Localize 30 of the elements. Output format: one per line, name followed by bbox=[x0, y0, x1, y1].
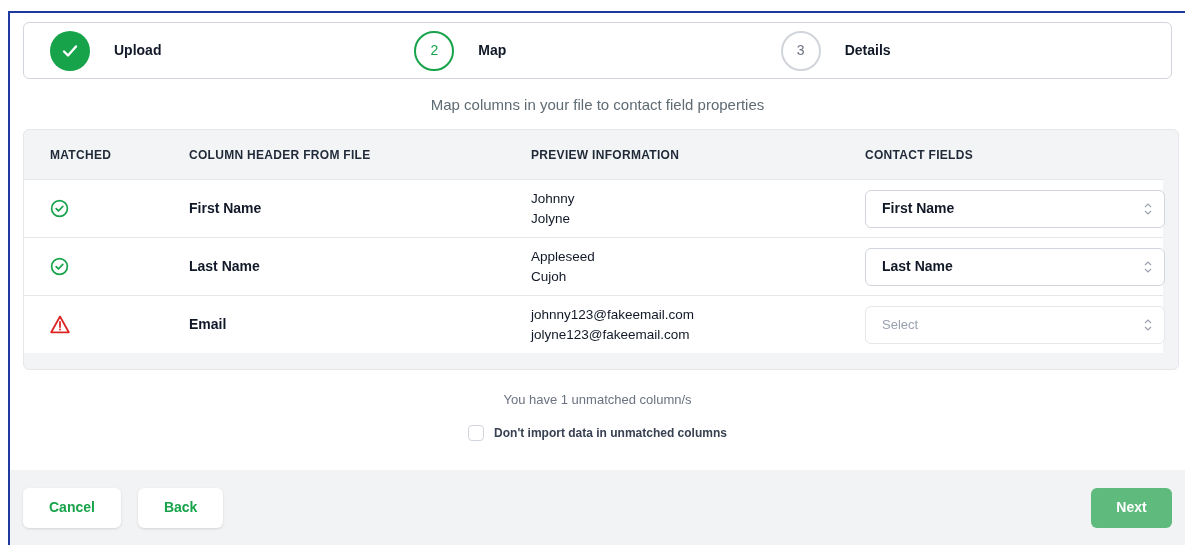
preview-value: Cujoh bbox=[531, 267, 567, 286]
table-cell-text: Email bbox=[189, 315, 227, 334]
preview-value: Jolyne bbox=[531, 209, 571, 228]
preview-value: Johnny bbox=[531, 189, 575, 208]
step-number: 3 bbox=[780, 30, 821, 71]
table-cell-text: Last Name bbox=[189, 257, 260, 276]
step-label: Map bbox=[478, 41, 507, 60]
select-field[interactable]: Select bbox=[865, 305, 1165, 344]
column-header: MATCHED bbox=[50, 146, 112, 164]
select-field[interactable]: Last Name bbox=[865, 247, 1165, 286]
step-label: Details bbox=[844, 41, 891, 60]
select-field[interactable]: First Name bbox=[865, 189, 1165, 228]
table-cell-text: First Name bbox=[189, 199, 262, 218]
preview-value: Appleseed bbox=[531, 247, 595, 266]
chevron-updown-icon bbox=[1144, 318, 1152, 331]
unmatched-count-text: You have 1 unmatched column/s bbox=[503, 391, 692, 409]
checkbox-label: Don't import data in unmatched columns bbox=[494, 424, 727, 442]
back-button[interactable]: Back bbox=[137, 487, 224, 528]
chevron-updown-icon bbox=[1144, 202, 1152, 215]
column-header: CONTACT FIELDS bbox=[865, 146, 973, 164]
step-number: 2 bbox=[414, 30, 455, 71]
cancel-button[interactable]: Cancel bbox=[23, 487, 121, 528]
instruction-text: Map columns in your file to contact field properties bbox=[430, 96, 765, 113]
step-label: Upload bbox=[114, 41, 162, 60]
preview-value: jolyne123@fakeemail.com bbox=[531, 325, 690, 344]
checkbox[interactable] bbox=[468, 424, 485, 441]
chevron-updown-icon bbox=[1144, 260, 1152, 273]
column-header: PREVIEW INFORMATION bbox=[531, 146, 680, 164]
preview-value: johnny123@fakeemail.com bbox=[531, 305, 695, 324]
column-header: COLUMN HEADER FROM FILE bbox=[189, 146, 371, 164]
